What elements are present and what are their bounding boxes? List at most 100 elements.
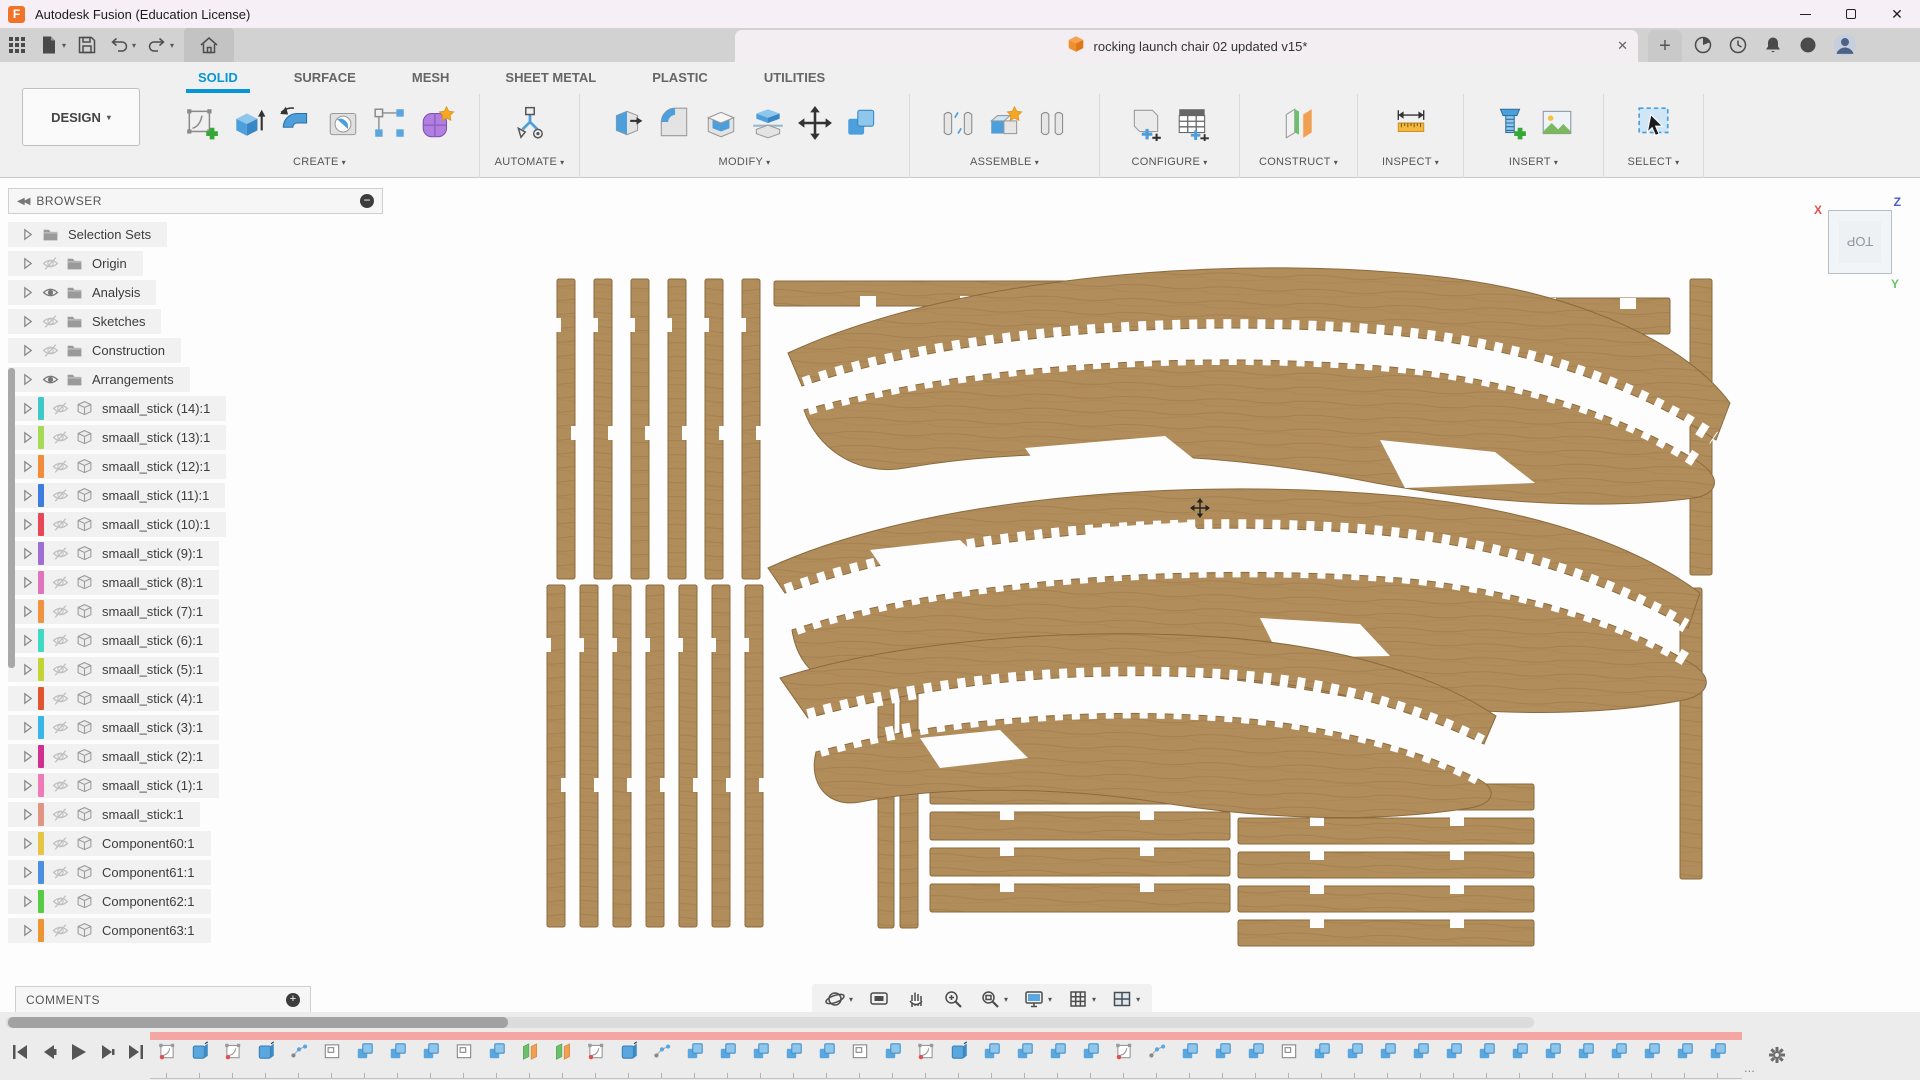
- view-cube[interactable]: TOP X Z Y: [1828, 210, 1892, 274]
- timeline-feature-move-icon[interactable]: [1008, 1041, 1041, 1071]
- tab-plastic[interactable]: PLASTIC: [646, 66, 714, 91]
- timeline-feature-move-icon[interactable]: [1074, 1041, 1107, 1071]
- timeline-feature-move-icon[interactable]: [480, 1041, 513, 1071]
- browser-item-row[interactable]: Arrangements: [8, 367, 190, 392]
- expand-icon[interactable]: [16, 748, 38, 765]
- timeline-play-button[interactable]: [66, 1040, 90, 1064]
- app-grid-icon[interactable]: [6, 34, 28, 56]
- as-built-joint-icon[interactable]: [1032, 101, 1072, 145]
- model-canvas[interactable]: [383, 178, 1920, 1016]
- browser-item-row[interactable]: smaall_stick (4):1: [8, 686, 219, 711]
- job-status-icon[interactable]: [1727, 34, 1749, 56]
- extrude-icon[interactable]: [229, 101, 269, 145]
- browser-item[interactable]: smaall_stick (7):1: [8, 597, 383, 626]
- browser-item-row[interactable]: Component60:1: [8, 831, 211, 856]
- timeline-feature-move-icon[interactable]: [1437, 1041, 1470, 1071]
- browser-item[interactable]: smaall_stick (6):1: [8, 626, 383, 655]
- timeline-feature-move-icon[interactable]: [876, 1041, 909, 1071]
- home-icon[interactable]: [184, 28, 234, 62]
- browser-item[interactable]: smaall_stick (11):1: [8, 481, 383, 510]
- visibility-eye-off-icon[interactable]: [48, 603, 72, 620]
- collapse-panel-icon[interactable]: ◀◀: [17, 196, 28, 207]
- undo-icon[interactable]: ▾: [108, 34, 136, 56]
- timeline-feature-move-icon[interactable]: [1338, 1041, 1371, 1071]
- browser-item[interactable]: Analysis: [8, 278, 383, 307]
- browser-item-row[interactable]: smaall_stick (10):1: [8, 512, 226, 537]
- browser-item-row[interactable]: smaall_stick (8):1: [8, 570, 219, 595]
- timeline-feature-spline-icon[interactable]: [645, 1041, 678, 1071]
- expand-icon[interactable]: [16, 893, 38, 910]
- visibility-eye-off-icon[interactable]: [38, 313, 62, 330]
- browser-item-row[interactable]: smaall_stick:1: [8, 802, 200, 827]
- browser-item[interactable]: smaall_stick (9):1: [8, 539, 383, 568]
- expand-icon[interactable]: [16, 835, 38, 852]
- visibility-eye-icon[interactable]: [38, 284, 62, 301]
- laser-cut-parts-layout[interactable]: [400, 178, 1920, 1016]
- expand-icon[interactable]: [16, 487, 38, 504]
- new-tab-button[interactable]: +: [1648, 30, 1682, 62]
- display-settings-icon[interactable]: ▾: [1023, 988, 1052, 1010]
- browser-item-row[interactable]: smaall_stick (1):1: [8, 773, 219, 798]
- browser-scrollbar[interactable]: [8, 368, 15, 668]
- ribbon-group-label-automate[interactable]: AUTOMATE▾: [495, 152, 565, 172]
- timeline-feature-sketch-icon[interactable]: [150, 1041, 183, 1071]
- browser-item-row[interactable]: smaall_stick (3):1: [8, 715, 219, 740]
- visibility-eye-off-icon[interactable]: [48, 806, 72, 823]
- browser-item[interactable]: Origin: [8, 249, 383, 278]
- expand-icon[interactable]: [16, 545, 38, 562]
- expand-icon[interactable]: [16, 632, 38, 649]
- rectangular-pattern-icon[interactable]: [370, 101, 410, 145]
- browser-item[interactable]: Arrangements: [8, 365, 383, 394]
- browser-item-row[interactable]: smaall_stick (14):1: [8, 396, 226, 421]
- browser-item[interactable]: smaall_stick (4):1: [8, 684, 383, 713]
- ribbon-group-label-construct[interactable]: CONSTRUCT▾: [1259, 152, 1338, 172]
- browser-item[interactable]: smaall_stick (10):1: [8, 510, 383, 539]
- ribbon-group-label-create[interactable]: CREATE▾: [293, 152, 346, 172]
- ribbon-group-label-configure[interactable]: CONFIGURE▾: [1131, 152, 1207, 172]
- timeline-feature-move-icon[interactable]: [1569, 1041, 1602, 1071]
- timeline-step-forward-button[interactable]: [95, 1040, 119, 1064]
- browser-item[interactable]: Sketches: [8, 307, 383, 336]
- measure-icon[interactable]: [1391, 101, 1431, 145]
- comments-expand-icon[interactable]: +: [286, 993, 300, 1007]
- look-at-icon[interactable]: [868, 988, 890, 1010]
- select-arrow-icon[interactable]: [1634, 101, 1674, 145]
- timeline-feature-plane-icon[interactable]: [513, 1041, 546, 1071]
- timeline-feature-move-icon[interactable]: [975, 1041, 1008, 1071]
- grid-layout-icon[interactable]: ▾: [1067, 988, 1096, 1010]
- timeline-scrollbar-thumb[interactable]: [8, 1017, 508, 1028]
- visibility-eye-off-icon[interactable]: [48, 777, 72, 794]
- viewports-icon[interactable]: ▾: [1111, 988, 1140, 1010]
- timeline-feature-pattern-icon[interactable]: [843, 1041, 876, 1071]
- browser-item[interactable]: Component61:1: [8, 858, 383, 887]
- workspace-selector[interactable]: DESIGN▾: [22, 88, 140, 146]
- browser-item-row[interactable]: Origin: [8, 251, 143, 276]
- expand-icon[interactable]: [16, 777, 38, 794]
- joint-icon[interactable]: [938, 101, 978, 145]
- browser-item-row[interactable]: smaall_stick (2):1: [8, 744, 219, 769]
- browser-item[interactable]: Selection Sets: [8, 220, 383, 249]
- timeline-feature-pattern-icon[interactable]: [447, 1041, 480, 1071]
- browser-item[interactable]: smaall_stick (12):1: [8, 452, 383, 481]
- timeline-feature-move-icon[interactable]: [1305, 1041, 1338, 1071]
- visibility-eye-off-icon[interactable]: [38, 342, 62, 359]
- visibility-eye-off-icon[interactable]: [48, 864, 72, 881]
- browser-item-row[interactable]: smaall_stick (6):1: [8, 628, 219, 653]
- automate-icon[interactable]: [510, 101, 550, 145]
- timeline-skip-start-button[interactable]: [8, 1040, 32, 1064]
- browser-item[interactable]: smaall_stick (14):1: [8, 394, 383, 423]
- document-tab-close-icon[interactable]: ✕: [1617, 38, 1628, 54]
- visibility-eye-off-icon[interactable]: [48, 400, 72, 417]
- expand-icon[interactable]: [16, 255, 38, 272]
- ribbon-group-label-assemble[interactable]: ASSEMBLE▾: [970, 152, 1039, 172]
- help-icon[interactable]: ?: [1797, 34, 1819, 56]
- timeline-feature-extrude-icon[interactable]: [183, 1041, 216, 1071]
- timeline-feature-move-icon[interactable]: [1701, 1041, 1734, 1071]
- maximize-button[interactable]: [1828, 0, 1874, 28]
- browser-item-row[interactable]: Sketches: [8, 309, 161, 334]
- browser-item-row[interactable]: smaall_stick (5):1: [8, 657, 219, 682]
- expand-icon[interactable]: [16, 400, 38, 417]
- expand-icon[interactable]: [16, 342, 38, 359]
- timeline-feature-sketch-icon[interactable]: [579, 1041, 612, 1071]
- timeline-settings-gear-icon[interactable]: [1766, 1044, 1788, 1071]
